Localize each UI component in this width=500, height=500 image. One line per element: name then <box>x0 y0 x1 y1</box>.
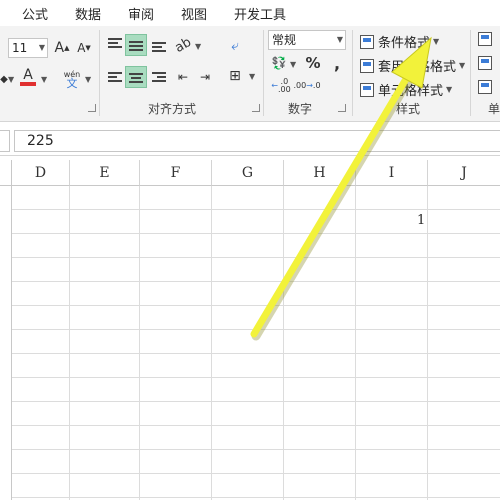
number-format-value: 常规 <box>272 33 297 47</box>
tab-data[interactable]: 数据 <box>75 4 101 23</box>
alignment-group-label: 对齐方式 <box>148 102 197 116</box>
column-header-h[interactable]: H <box>284 160 356 186</box>
comma-style-button[interactable]: , <box>328 54 346 73</box>
align-left-icon[interactable] <box>108 72 122 84</box>
format-cells-icon[interactable] <box>478 80 496 94</box>
cell-styles-button[interactable]: 单元格样式 ▼ <box>360 80 452 99</box>
chevron-down-icon[interactable]: ▼ <box>41 75 47 84</box>
gridline <box>12 353 500 354</box>
conditional-formatting-button[interactable]: 条件格式 ▼ <box>360 32 439 51</box>
gridline <box>12 425 500 426</box>
column-header-d[interactable]: D <box>12 160 70 186</box>
gridline <box>12 329 500 330</box>
increase-indent-icon[interactable]: ⇥ <box>196 68 214 86</box>
chevron-down-icon[interactable]: ▼ <box>8 75 14 84</box>
number-group-label: 数字 <box>288 102 313 116</box>
fill-color-icon[interactable]: ◆ <box>0 70 8 88</box>
align-middle-button[interactable] <box>125 34 147 56</box>
group-separator <box>470 30 471 116</box>
gridline <box>12 305 500 306</box>
conditional-format-label: 条件格式 <box>378 36 431 51</box>
decrease-decimal-icon[interactable]: .00 → .0 <box>293 76 320 96</box>
font-size-select[interactable]: 11 ▼ <box>8 38 48 58</box>
font-color-icon[interactable]: A <box>18 66 38 88</box>
table-format-label: 套用表格格式 <box>378 60 457 75</box>
cell-style-icon <box>360 82 374 97</box>
align-top-icon[interactable] <box>108 38 122 50</box>
gridline <box>12 209 500 210</box>
table-format-icon <box>360 58 374 73</box>
increase-decimal-icon[interactable]: ← .0.00 <box>270 76 292 96</box>
align-bottom-icon[interactable] <box>152 42 166 54</box>
chevron-down-icon: ▼ <box>446 85 453 94</box>
chevron-down-icon[interactable]: ▼ <box>195 42 201 51</box>
delete-cells-icon[interactable] <box>478 56 496 70</box>
text-orientation-icon[interactable]: ab <box>171 33 196 58</box>
decrease-font-icon[interactable]: A ▼ <box>76 38 92 58</box>
row-headers[interactable] <box>0 186 12 500</box>
wrap-text-icon[interactable]: ⤶ <box>224 36 246 56</box>
ribbon: 11 ▼ A ▲ A ▼ ◆ ▼ A ▼ wén 文 ▼ ab ▼ ⇤ ⇥ ⤶ ⊞ … <box>0 26 500 122</box>
phonetic-guide-icon[interactable]: wén 文 <box>62 66 82 92</box>
select-all-corner[interactable] <box>0 160 12 186</box>
alignment-dialog-launcher-icon[interactable] <box>252 104 260 112</box>
decrease-indent-icon[interactable]: ⇤ <box>174 68 192 86</box>
number-dialog-launcher-icon[interactable] <box>338 104 346 112</box>
group-separator <box>99 30 100 116</box>
align-center-icon <box>129 73 143 85</box>
font-size-value: 11 <box>12 41 28 55</box>
chevron-down-icon: ▼ <box>38 43 45 52</box>
chevron-down-icon: ▼ <box>336 35 343 44</box>
percent-style-button[interactable]: % <box>304 54 322 72</box>
insert-cells-icon[interactable] <box>478 32 496 46</box>
gridline <box>12 497 500 498</box>
formula-bar: 225 <box>0 126 500 156</box>
cell-i-value[interactable]: 1 <box>417 213 425 228</box>
gridline <box>12 449 500 450</box>
chevron-down-icon: ▼ <box>459 61 466 70</box>
styles-group-label: 样式 <box>396 102 421 116</box>
gridline <box>12 281 500 282</box>
chevron-down-icon[interactable]: ▼ <box>85 75 91 84</box>
gridline <box>12 233 500 234</box>
group-separator <box>263 30 264 116</box>
merge-center-icon[interactable]: ⊞ <box>224 66 246 86</box>
formula-input[interactable]: 225 <box>14 130 500 152</box>
column-header-f[interactable]: F <box>140 160 212 186</box>
align-right-icon[interactable] <box>152 72 166 84</box>
tab-review[interactable]: 审阅 <box>128 4 154 23</box>
cell-style-label: 单元格样式 <box>378 84 444 99</box>
ribbon-tab-bar: 公式 数据 审阅 视图 开发工具 <box>0 0 500 26</box>
chevron-down-icon[interactable]: ▼ <box>290 60 296 69</box>
tab-developer[interactable]: 开发工具 <box>234 4 286 23</box>
chevron-down-icon: ▼ <box>433 37 440 46</box>
group-separator <box>352 30 353 116</box>
font-dialog-launcher-icon[interactable] <box>88 104 96 112</box>
column-header-g[interactable]: G <box>212 160 284 186</box>
currency-format-icon[interactable]: 💱 <box>270 54 288 72</box>
number-format-select[interactable]: 常规 ▼ <box>268 30 346 50</box>
format-as-table-button[interactable]: 套用表格格式 ▼ <box>360 56 465 75</box>
tab-view[interactable]: 视图 <box>181 4 207 23</box>
name-box[interactable] <box>0 130 10 152</box>
tab-formulas[interactable]: 公式 <box>22 4 48 23</box>
gridline <box>12 257 500 258</box>
increase-font-icon[interactable]: A ▲ <box>54 38 70 58</box>
gridline <box>12 377 500 378</box>
gridline <box>12 401 500 402</box>
column-header-j[interactable]: J <box>428 160 500 186</box>
column-header-i[interactable]: I <box>356 160 428 186</box>
align-center-button[interactable] <box>125 66 147 88</box>
chevron-down-icon[interactable]: ▼ <box>249 72 255 81</box>
cells-group-label: 单 <box>488 102 500 116</box>
column-header-e[interactable]: E <box>70 160 140 186</box>
gridline <box>12 473 500 474</box>
conditional-format-icon <box>360 34 374 49</box>
align-middle-icon <box>129 41 143 53</box>
